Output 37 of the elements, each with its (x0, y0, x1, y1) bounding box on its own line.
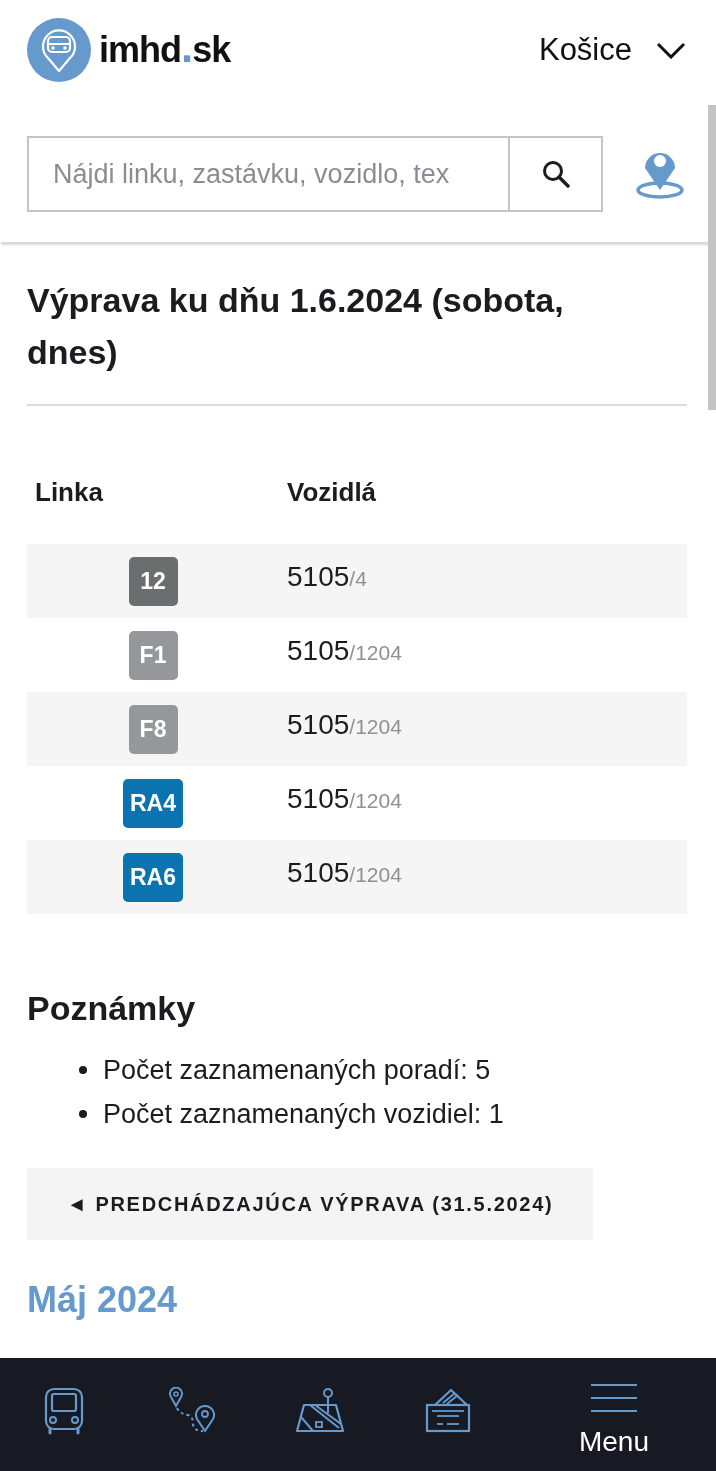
map-icon (295, 1388, 345, 1433)
line-badge[interactable]: 12 (128, 556, 178, 606)
chevron-down-icon (656, 41, 686, 59)
note-text: Počet zaznamenaných poradí: 5 (103, 1054, 491, 1087)
line-badge[interactable]: RA4 (123, 778, 183, 828)
search-field[interactable]: Nájdi linku, zastávku, vozidlo, tex (27, 136, 510, 212)
line-badge[interactable]: RA6 (123, 852, 183, 902)
calendar-month: Máj 2024 (27, 1278, 179, 1322)
bus-icon (44, 1386, 84, 1435)
route-icon (168, 1386, 216, 1435)
note-text: Počet zaznamenaných vozidiel: 1 (103, 1098, 504, 1131)
run-number: /4 (349, 566, 367, 592)
page-title: Výprava ku dňu 1.6.2024 (sobota, dnes) (27, 280, 565, 373)
vehicle-number[interactable]: 5105 (287, 556, 350, 598)
run-number: /1204 (349, 714, 402, 740)
vehicle-number[interactable]: 5105 (287, 704, 350, 746)
menu-button[interactable]: Menu (512, 1358, 716, 1471)
bullet-icon (79, 1066, 87, 1074)
search-icon (541, 160, 570, 188)
ticket-icon (425, 1388, 471, 1433)
city-dropdown[interactable]: Košice (538, 26, 686, 74)
search-button[interactable] (510, 136, 603, 212)
notes-heading: Poznámky (27, 988, 197, 1029)
column-header: Linka (34, 475, 104, 509)
column-header: Vozidlá (286, 475, 377, 509)
previous-trip-button[interactable]: ◄ PREDCHÁDZAJÚCA VÝPRAVA (31.5.2024) (27, 1168, 593, 1240)
vehicle-number[interactable]: 5105 (287, 630, 350, 672)
run-number: /1204 (349, 640, 402, 666)
run-number: /1204 (349, 788, 402, 814)
logo-icon (27, 18, 91, 82)
menu-icon (591, 1383, 637, 1413)
logo-text[interactable]: imhd.sk (99, 23, 231, 77)
scrollbar-thumb[interactable] (708, 105, 716, 410)
vehicle-number[interactable]: 5105 (287, 778, 350, 820)
run-number: /1204 (349, 862, 402, 888)
bullet-icon (79, 1110, 87, 1118)
vehicle-number[interactable]: 5105 (287, 852, 350, 894)
